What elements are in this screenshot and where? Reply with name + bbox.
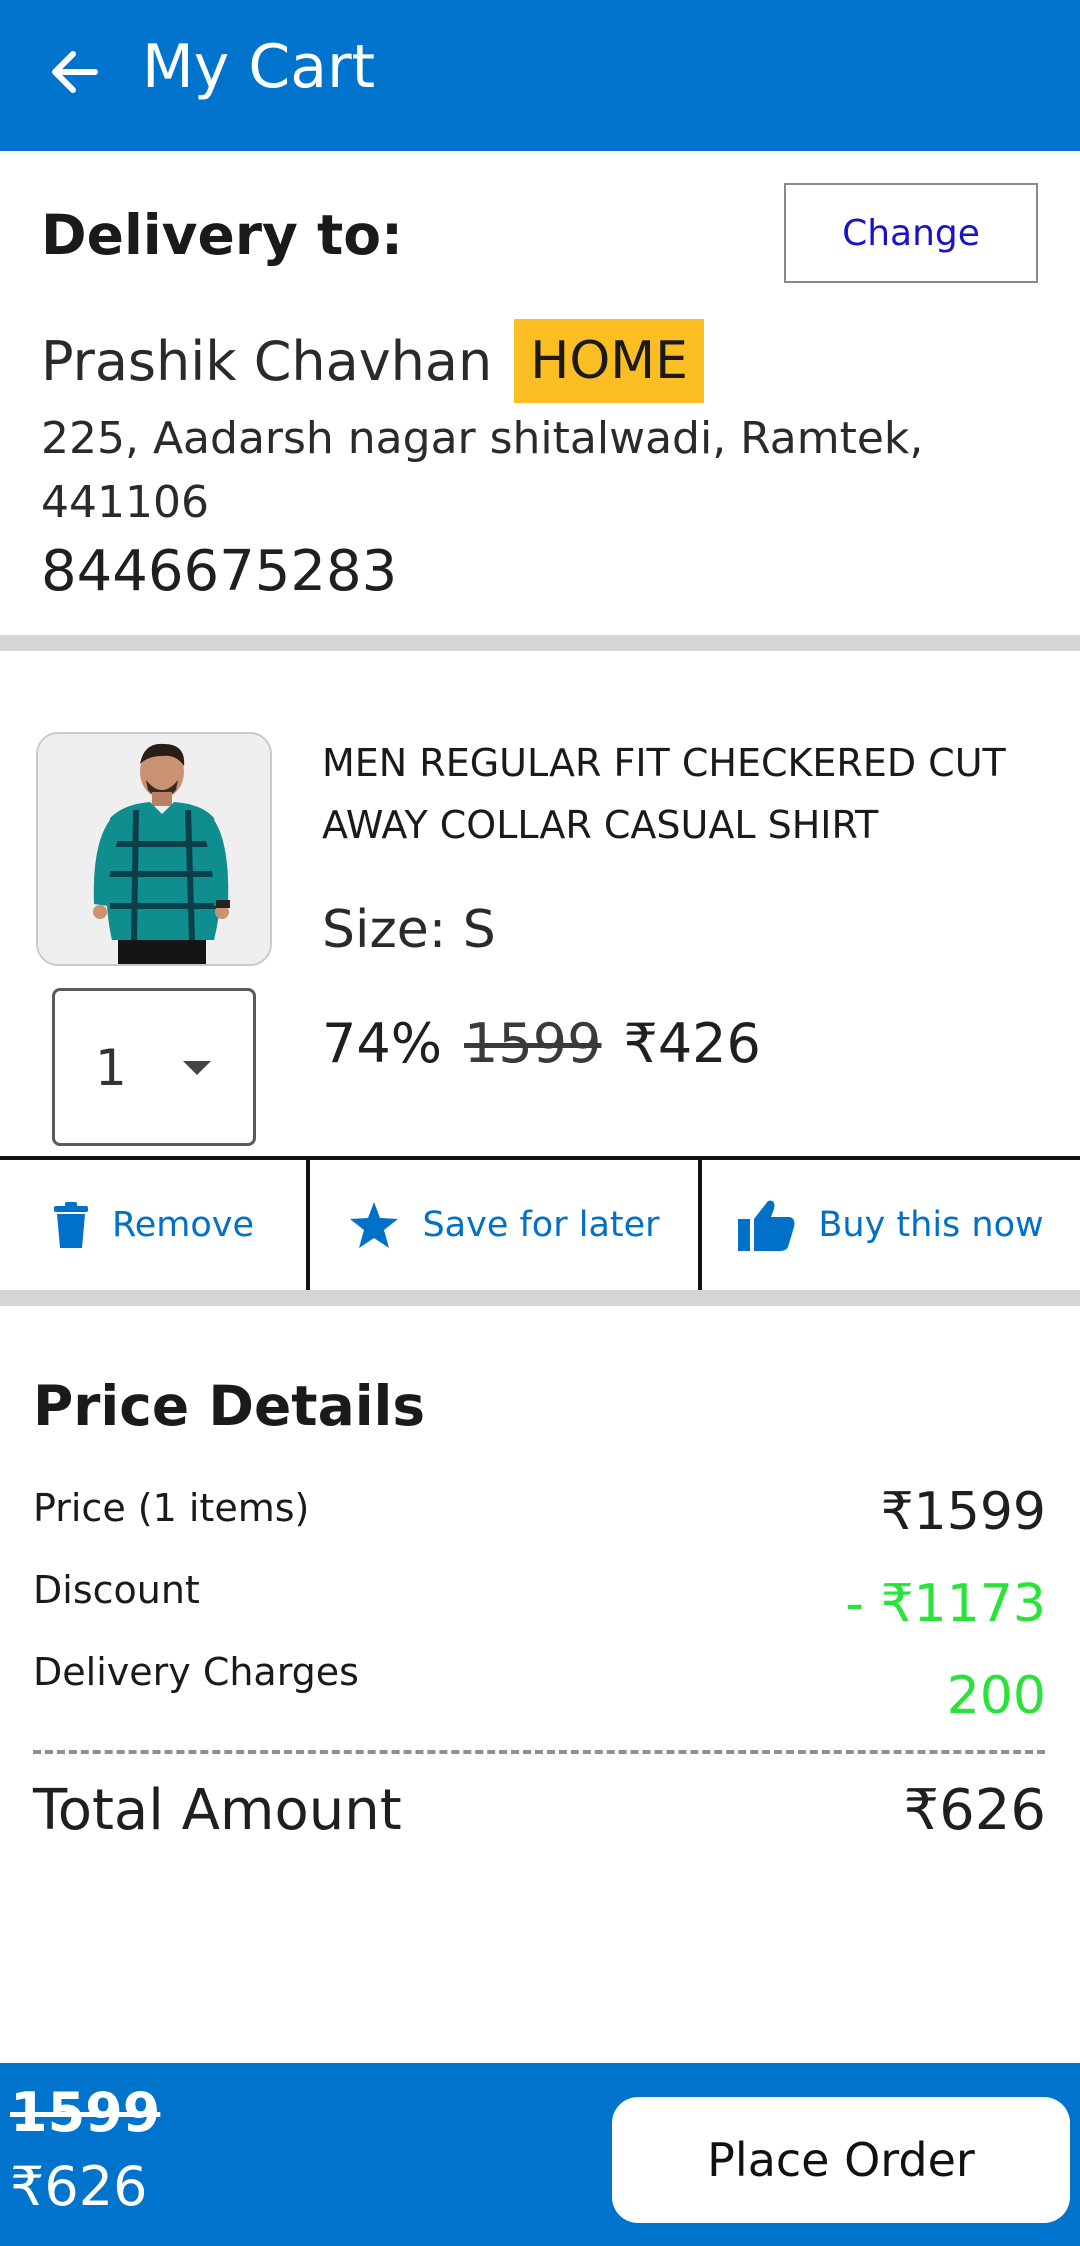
delivery-charges-label: Delivery Charges [33,1650,359,1694]
delivery-section: Delivery to: Change Prashik Chavhan HOME… [0,151,1080,635]
total-amount-value: ₹626 [903,1778,1046,1843]
quantity-dropdown[interactable]: 1 [52,988,256,1146]
buy-now-label: Buy this now [818,1205,1044,1245]
recipient-row: Prashik Chavhan HOME [41,311,704,411]
original-price: 1599 [464,1012,602,1075]
total-amount-label: Total Amount [33,1778,402,1843]
buy-now-button[interactable]: Buy this now [698,1160,1080,1290]
phone-number: 8446675283 [41,539,398,604]
dashed-divider [33,1750,1045,1754]
price-details-title: Price Details [33,1374,426,1438]
arrow-left-icon [52,51,98,93]
page-title: My Cart [142,32,376,102]
final-price: ₹426 [623,1012,761,1075]
remove-label: Remove [111,1205,255,1245]
delivery-charges-value: 200 [946,1666,1046,1726]
footer-total-price: ₹626 [10,2155,148,2218]
discount-label: Discount [33,1568,200,1612]
quantity-value: 1 [95,1039,127,1097]
discount-value: - ₹1173 [845,1574,1046,1634]
recipient-name: Prashik Chavhan [41,329,493,393]
price-value: ₹1599 [880,1482,1046,1542]
app-bar: My Cart [0,0,1080,151]
price-details-section: Price Details Price (1 items) ₹1599 Disc… [0,1306,1080,2063]
discount-percent: 74% [322,1012,443,1075]
checkout-bar: 1599 ₹626 Place Order [0,2063,1080,2246]
trash-icon [53,1202,88,1248]
footer-original-price: 1599 [10,2081,161,2144]
change-address-button[interactable]: Change [784,183,1038,283]
price-row: 74% 1599 ₹426 [322,1012,761,1075]
product-title[interactable]: MEN REGULAR FIT CHECKERED CUT AWAY COLLA… [322,732,1042,856]
product-size: Size: S [322,900,496,960]
product-image[interactable] [36,732,272,966]
thumbs-up-icon [738,1200,795,1251]
back-button[interactable] [44,42,104,102]
section-divider [0,1290,1080,1306]
star-icon [350,1202,399,1248]
cart-item-actions: Remove Save for later Buy this now [0,1156,1080,1290]
save-for-later-label: Save for later [422,1205,660,1245]
save-for-later-button[interactable]: Save for later [306,1160,698,1290]
shirt-model-image [38,734,270,964]
delivery-heading: Delivery to: [41,203,404,267]
place-order-button[interactable]: Place Order [612,2097,1070,2223]
delivery-address: 225, Aadarsh nagar shitalwadi, Ramtek, 4… [41,413,924,528]
address-type-badge: HOME [514,319,704,403]
remove-button[interactable]: Remove [0,1160,306,1290]
price-label: Price (1 items) [33,1486,310,1530]
caret-down-icon [183,1061,211,1075]
section-divider [0,635,1080,651]
